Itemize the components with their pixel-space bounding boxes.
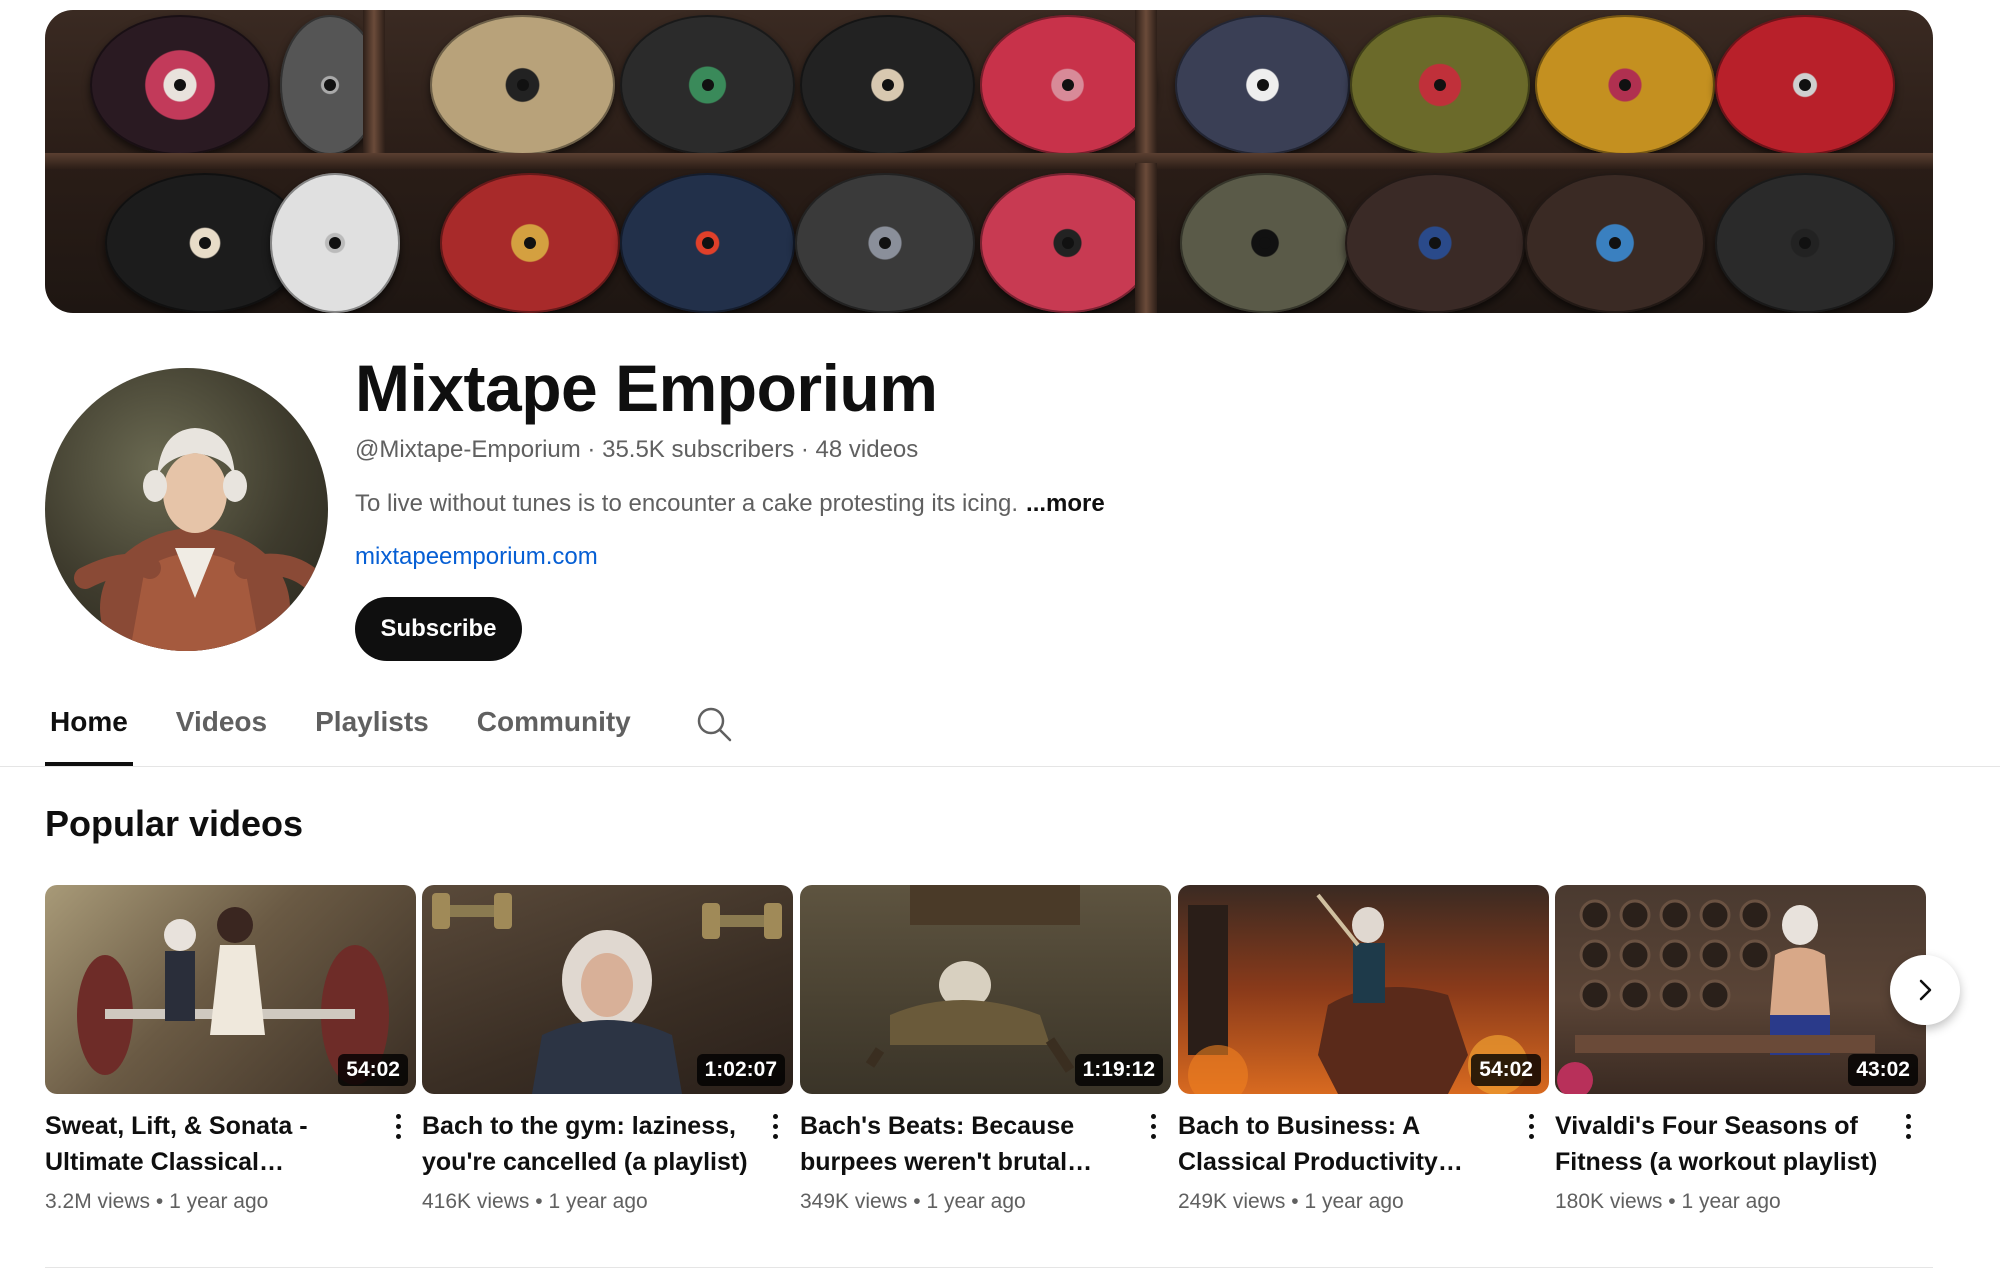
banner-record	[800, 15, 975, 155]
tab-playlists[interactable]: Playlists	[310, 700, 434, 766]
banner-record	[1175, 15, 1350, 155]
video-age: 1 year ago	[926, 1190, 1026, 1213]
banner-record	[1715, 173, 1895, 313]
more-vert-icon[interactable]	[1519, 1108, 1543, 1144]
channel-handle: @Mixtape-Emporium	[355, 436, 581, 463]
banner-record	[620, 173, 795, 313]
meta-dot: •	[913, 1190, 921, 1213]
section-title: Popular videos	[45, 803, 304, 844]
video-meta: 249K views • 1 year ago	[1178, 1190, 1549, 1214]
meta-dot: •	[1291, 1190, 1299, 1213]
shelf-next-button[interactable]	[1890, 955, 1960, 1025]
video-duration: 54:02	[1471, 1054, 1541, 1086]
meta-dot: •	[155, 1190, 164, 1213]
banner-record	[620, 15, 795, 155]
tab-videos[interactable]: Videos	[171, 700, 272, 766]
video-views: 180K views	[1555, 1190, 1663, 1213]
video-thumbnail[interactable]: 43:02	[1555, 885, 1926, 1094]
banner-record	[1345, 173, 1525, 313]
video-age: 1 year ago	[548, 1190, 648, 1213]
video-duration: 1:19:12	[1074, 1054, 1163, 1086]
search-icon[interactable]	[694, 704, 734, 744]
video-title[interactable]: Bach to the gym: laziness, you're cancel…	[422, 1108, 793, 1180]
banner-record	[980, 173, 1155, 313]
banner-record	[1180, 173, 1350, 313]
channel-website-link[interactable]: mixtapeemporium.com	[355, 543, 598, 571]
channel-description[interactable]: To live without tunes is to encounter a …	[355, 490, 1105, 518]
video-views: 349K views	[800, 1190, 908, 1213]
video-card[interactable]: 1:19:12 Bach's Beats: Because burpees we…	[800, 885, 1171, 1214]
video-duration: 54:02	[338, 1054, 408, 1086]
video-meta: 416K views • 1 year ago	[422, 1190, 793, 1214]
video-meta: 3.2M views • 1 year ago	[45, 1190, 416, 1214]
video-meta: 180K views • 1 year ago	[1555, 1190, 1926, 1214]
video-title[interactable]: Vivaldi's Four Seasons of Fitness (a wor…	[1555, 1108, 1926, 1180]
tab-home[interactable]: Home	[45, 700, 133, 766]
video-age: 1 year ago	[169, 1190, 269, 1213]
video-views: 3.2M views	[45, 1190, 151, 1213]
banner-post	[1135, 163, 1157, 313]
video-views: 416K views	[422, 1190, 530, 1213]
banner-shelf-top	[45, 10, 1933, 169]
more-vert-icon[interactable]	[386, 1108, 410, 1144]
more-vert-icon[interactable]	[1141, 1108, 1165, 1144]
banner-shelf-bottom	[45, 163, 1933, 313]
video-shelf: 54:02 Sweat, Lift, & Sonata - Ultimate C…	[45, 885, 1926, 1225]
search-icon-glyph	[697, 707, 731, 742]
video-title[interactable]: Sweat, Lift, & Sonata - Ultimate Classic…	[45, 1108, 416, 1180]
video-meta: 349K views • 1 year ago	[800, 1190, 1171, 1214]
banner-record	[980, 15, 1155, 155]
description-text: To live without tunes is to encounter a …	[355, 490, 1019, 517]
banner-post	[1135, 10, 1157, 160]
tab-community[interactable]: Community	[472, 700, 636, 766]
tabs-divider	[0, 766, 2000, 767]
banner-record	[1350, 15, 1530, 155]
subscriber-count: 35.5K subscribers	[602, 436, 795, 463]
subscribe-button[interactable]: Subscribe	[355, 597, 522, 661]
banner-post	[363, 10, 385, 160]
video-card[interactable]: 43:02 Vivaldi's Four Seasons of Fitness …	[1555, 885, 1926, 1214]
banner-record	[430, 15, 615, 155]
video-views: 249K views	[1178, 1190, 1286, 1213]
video-thumbnail[interactable]: 54:02	[1178, 885, 1549, 1094]
more-vert-icon[interactable]	[763, 1108, 787, 1144]
video-title[interactable]: Bach's Beats: Because burpees weren't br…	[800, 1108, 1171, 1180]
video-thumbnail[interactable]: 54:02	[45, 885, 416, 1094]
video-duration: 1:02:07	[696, 1054, 785, 1086]
meta-dot: •	[535, 1190, 543, 1213]
banner-record	[440, 173, 620, 313]
meta-separator: ·	[800, 436, 809, 463]
banner-record	[90, 15, 270, 155]
channel-meta: @Mixtape-Emporium · 35.5K subscribers · …	[355, 436, 918, 464]
channel-title: Mixtape Emporium	[355, 351, 938, 425]
video-age: 1 year ago	[1304, 1190, 1404, 1213]
more-vert-icon[interactable]	[1896, 1108, 1920, 1144]
chevron-right-icon	[1919, 979, 1932, 1001]
banner-shelf-board	[45, 153, 1933, 169]
channel-tabs: Home Videos Playlists Community	[45, 700, 734, 766]
video-title[interactable]: Bach to Business: A Classical Productivi…	[1178, 1108, 1549, 1180]
section-divider	[45, 1267, 1933, 1268]
video-card[interactable]: 54:02 Sweat, Lift, & Sonata - Ultimate C…	[45, 885, 416, 1214]
meta-dot: •	[1668, 1190, 1676, 1213]
banner-record	[1535, 15, 1715, 155]
video-card[interactable]: 54:02 Bach to Business: A Classical Prod…	[1178, 885, 1549, 1214]
banner-record	[270, 173, 400, 313]
meta-separator: ·	[587, 436, 596, 463]
channel-banner	[45, 10, 1933, 313]
avatar-portrait-icon	[74, 428, 321, 651]
video-thumbnail[interactable]: 1:02:07	[422, 885, 793, 1094]
video-count: 48 videos	[815, 436, 919, 463]
video-age: 1 year ago	[1681, 1190, 1781, 1213]
more-link[interactable]: ...more	[1026, 490, 1105, 517]
banner-record	[795, 173, 975, 313]
video-duration: 43:02	[1848, 1054, 1918, 1086]
video-thumbnail[interactable]: 1:19:12	[800, 885, 1171, 1094]
channel-avatar[interactable]	[45, 368, 328, 651]
banner-record	[1525, 173, 1705, 313]
banner-record	[1715, 15, 1895, 155]
video-card[interactable]: 1:02:07 Bach to the gym: laziness, you'r…	[422, 885, 793, 1214]
